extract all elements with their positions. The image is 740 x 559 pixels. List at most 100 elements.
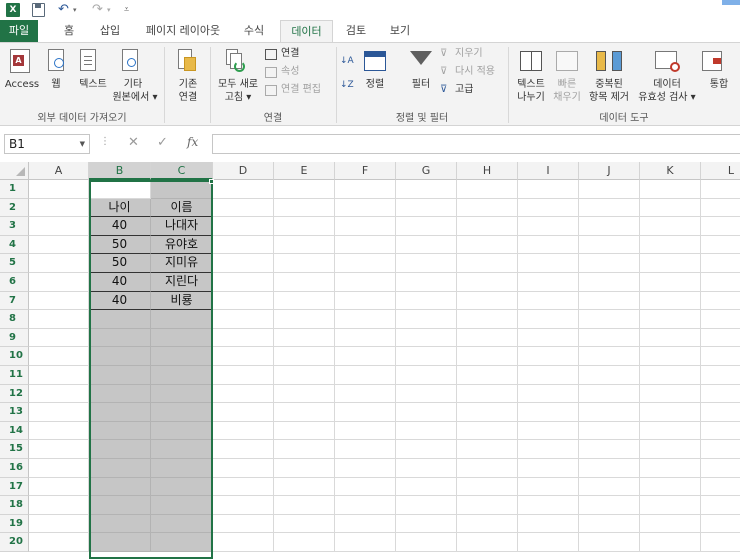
row-header-9[interactable]: 9 xyxy=(0,328,29,348)
cell-L7[interactable] xyxy=(701,292,740,311)
tab-home[interactable]: 홈 xyxy=(58,20,80,42)
row-header-5[interactable]: 5 xyxy=(0,254,29,273)
cell-B3[interactable]: 40 xyxy=(89,217,151,236)
tab-file[interactable]: 파일 xyxy=(0,20,38,42)
cell-A11[interactable] xyxy=(29,366,89,385)
cell-D5[interactable] xyxy=(213,254,274,273)
cell-G6[interactable] xyxy=(396,273,457,292)
cell-G17[interactable] xyxy=(396,477,457,497)
cell-F16[interactable] xyxy=(335,459,396,478)
cell-A12[interactable] xyxy=(29,384,89,404)
insert-function-icon[interactable]: fx xyxy=(187,135,198,149)
cell-J2[interactable] xyxy=(579,198,640,218)
cell-B1[interactable] xyxy=(89,180,151,199)
row-header-17[interactable]: 17 xyxy=(0,477,29,497)
cell-A8[interactable] xyxy=(29,310,89,329)
cell-J17[interactable] xyxy=(579,477,640,497)
row-header-14[interactable]: 14 xyxy=(0,421,29,441)
cell-B13[interactable] xyxy=(89,403,151,422)
cell-L13[interactable] xyxy=(701,403,740,422)
cell-K11[interactable] xyxy=(640,366,701,385)
cell-K16[interactable] xyxy=(640,459,701,478)
cell-F13[interactable] xyxy=(335,403,396,422)
cell-B11[interactable] xyxy=(89,366,151,385)
row-header-10[interactable]: 10 xyxy=(0,347,29,366)
cell-F14[interactable] xyxy=(335,421,396,441)
undo-icon[interactable]: ↶ xyxy=(58,3,69,17)
cell-D6[interactable] xyxy=(213,273,274,292)
cell-L14[interactable] xyxy=(701,422,740,441)
cell-G8[interactable] xyxy=(396,310,457,329)
cell-E20[interactable] xyxy=(274,533,335,552)
cell-A10[interactable] xyxy=(29,347,89,366)
cell-L18[interactable] xyxy=(701,496,740,515)
cell-B14[interactable] xyxy=(89,421,151,441)
cell-C6[interactable]: 지린다 xyxy=(151,273,213,292)
cell-B9[interactable] xyxy=(89,328,151,348)
cell-I20[interactable] xyxy=(518,533,579,552)
cell-B6[interactable]: 40 xyxy=(89,273,151,292)
cell-K19[interactable] xyxy=(640,514,701,534)
row-header-16[interactable]: 16 xyxy=(0,459,29,478)
column-header-J[interactable]: J xyxy=(579,162,640,180)
cell-F18[interactable] xyxy=(335,496,396,515)
cell-I11[interactable] xyxy=(518,366,579,385)
cell-B12[interactable] xyxy=(89,384,151,404)
cell-D8[interactable] xyxy=(213,310,274,329)
cell-F10[interactable] xyxy=(335,347,396,366)
row-header-15[interactable]: 15 xyxy=(0,440,29,459)
cell-D16[interactable] xyxy=(213,459,274,478)
cell-F12[interactable] xyxy=(335,384,396,404)
cell-B18[interactable] xyxy=(89,496,151,515)
cell-K20[interactable] xyxy=(640,533,701,552)
cell-G10[interactable] xyxy=(396,347,457,366)
cell-G1[interactable] xyxy=(396,180,457,199)
cell-L19[interactable] xyxy=(701,515,740,534)
cell-K13[interactable] xyxy=(640,403,701,422)
cell-C3[interactable]: 나대자 xyxy=(151,217,213,236)
cell-J7[interactable] xyxy=(579,291,640,311)
column-header-F[interactable]: F xyxy=(335,162,396,180)
cell-H7[interactable] xyxy=(457,291,518,311)
cell-J3[interactable] xyxy=(579,217,640,236)
cell-E9[interactable] xyxy=(274,328,335,348)
cell-D9[interactable] xyxy=(213,328,274,348)
cell-J1[interactable] xyxy=(579,180,640,199)
cell-J15[interactable] xyxy=(579,440,640,459)
cell-K5[interactable] xyxy=(640,254,701,273)
cell-F6[interactable] xyxy=(335,273,396,292)
cell-C5[interactable]: 지미유 xyxy=(151,254,213,273)
tab-view[interactable]: 보기 xyxy=(386,20,414,42)
cell-C19[interactable] xyxy=(151,514,213,534)
cell-I1[interactable] xyxy=(518,180,579,199)
cell-B10[interactable] xyxy=(89,347,151,366)
cell-H5[interactable] xyxy=(457,254,518,273)
column-header-E[interactable]: E xyxy=(274,162,335,180)
cell-A13[interactable] xyxy=(29,403,89,422)
cell-L10[interactable] xyxy=(701,347,740,366)
cell-J6[interactable] xyxy=(579,273,640,292)
cell-A15[interactable] xyxy=(29,440,89,459)
cell-G7[interactable] xyxy=(396,291,457,311)
cell-B20[interactable] xyxy=(89,533,151,552)
tab-review[interactable]: 검토 xyxy=(342,20,370,42)
cell-C11[interactable] xyxy=(151,366,213,385)
row-header-11[interactable]: 11 xyxy=(0,366,29,385)
fill-handle[interactable] xyxy=(209,179,214,184)
select-all-corner[interactable] xyxy=(0,162,29,180)
cell-L12[interactable] xyxy=(701,385,740,404)
cell-D12[interactable] xyxy=(213,384,274,404)
cell-K2[interactable] xyxy=(640,198,701,218)
cell-H4[interactable] xyxy=(457,235,518,255)
cell-E11[interactable] xyxy=(274,366,335,385)
cell-D14[interactable] xyxy=(213,421,274,441)
cell-H15[interactable] xyxy=(457,440,518,459)
cell-I2[interactable] xyxy=(518,198,579,218)
cell-L2[interactable] xyxy=(701,199,740,218)
cell-A1[interactable] xyxy=(29,180,89,199)
cell-I12[interactable] xyxy=(518,384,579,404)
cancel-icon[interactable]: ✕ xyxy=(128,135,139,150)
cell-C1[interactable] xyxy=(151,180,213,199)
cell-L17[interactable] xyxy=(701,478,740,497)
cell-H8[interactable] xyxy=(457,310,518,329)
